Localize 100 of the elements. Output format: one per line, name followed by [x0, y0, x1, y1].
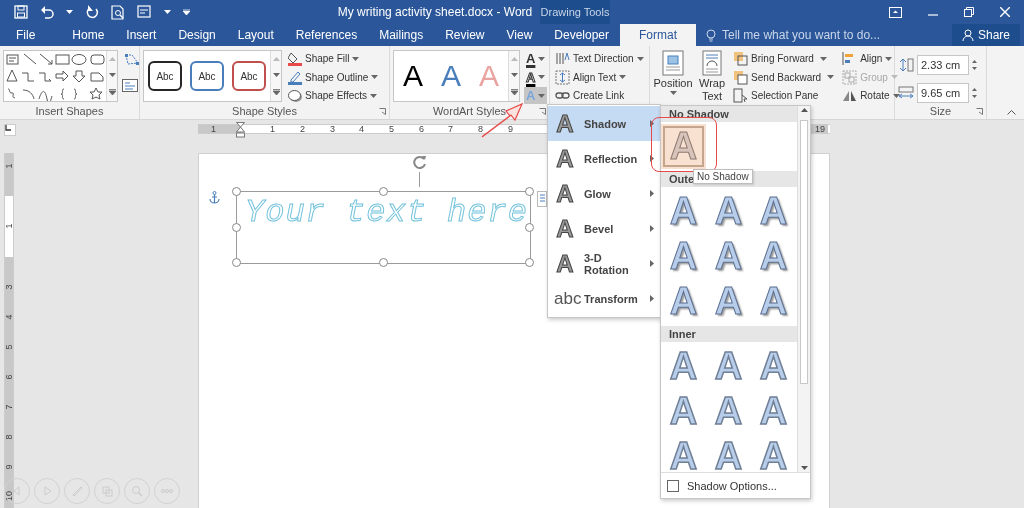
position-button[interactable]: Position: [653, 50, 693, 106]
width-field[interactable]: 9.65 cm: [917, 83, 969, 103]
gallery-heading: Inner: [661, 326, 797, 342]
ribbon-tab[interactable]: References: [284, 24, 369, 46]
scroll-down-icon[interactable]: [108, 73, 116, 77]
dialog-launcher-icon[interactable]: [379, 108, 386, 116]
ruler-number: 2: [300, 125, 305, 133]
dialog-launcher-icon[interactable]: [539, 108, 546, 116]
group-label: Insert Shapes: [35, 105, 104, 118]
ribbon-command[interactable]: Selection Pane: [731, 87, 837, 104]
gallery-more-icon[interactable]: [108, 89, 116, 95]
menu-item[interactable]: A Bevel: [548, 211, 660, 246]
ribbon-command[interactable]: Align Text: [553, 68, 646, 86]
text-outline-button[interactable]: A: [524, 68, 548, 86]
ribbon-tab[interactable]: Layout: [226, 24, 285, 46]
menu-item[interactable]: Shadow Options...: [687, 479, 777, 492]
submenu-arrow-icon: [650, 260, 654, 267]
paint-bucket-icon: [288, 51, 302, 66]
ribbon-tab[interactable]: File: [0, 24, 48, 46]
ribbon-tab[interactable]: Format: [620, 24, 697, 46]
print-preview-icon[interactable]: [111, 4, 125, 20]
save-icon[interactable]: [14, 5, 28, 19]
shape-style-preset[interactable]: Abc: [190, 61, 224, 91]
shape-style-preset[interactable]: Abc: [232, 61, 266, 91]
text-fill-button[interactable]: A: [524, 50, 548, 67]
group-label: Shape Styles: [232, 105, 297, 118]
shapes-gallery-drawing[interactable]: [4, 51, 106, 101]
menu-item[interactable]: abc Transform: [548, 281, 660, 316]
customize-icon[interactable]: [183, 9, 190, 15]
scroll-down-icon[interactable]: [800, 466, 808, 470]
resize-handle[interactable]: [232, 222, 241, 232]
ribbon-tab[interactable]: Mailings: [368, 24, 435, 46]
submenu-arrow-icon: [650, 155, 654, 162]
ribbon-command[interactable]: Shape Outline: [286, 68, 381, 86]
text-direction-icon: [555, 51, 570, 66]
resize-handle[interactable]: [378, 258, 388, 267]
resize-handle[interactable]: [232, 187, 241, 196]
restore-icon[interactable]: [964, 7, 974, 17]
resize-handle[interactable]: [232, 258, 241, 267]
document-icon[interactable]: [137, 5, 152, 19]
align-text-icon: [555, 69, 570, 85]
ribbon-command[interactable]: Create Link: [553, 87, 646, 104]
share-button[interactable]: Share: [951, 24, 1020, 46]
layout-options-icon[interactable]: [537, 191, 547, 207]
ruler-number: 5: [389, 125, 394, 133]
checkbox[interactable]: [667, 479, 679, 492]
text-box-icon[interactable]: [122, 79, 138, 92]
shape-style-preset[interactable]: Abc: [148, 61, 182, 91]
ruler-number: 1: [5, 222, 13, 230]
ribbon-command[interactable]: Shape Effects: [286, 87, 381, 104]
caret-icon: [538, 75, 546, 79]
close-icon[interactable]: [1000, 7, 1010, 17]
ruler-number: 8: [478, 125, 483, 133]
gallery-more-icon[interactable]: [272, 89, 280, 95]
ribbon-command[interactable]: Text Direction: [553, 50, 646, 67]
caret-icon: [890, 75, 898, 79]
ribbon-command[interactable]: Rotate: [840, 87, 902, 104]
resize-handle[interactable]: [525, 258, 534, 267]
ribbon-tab[interactable]: Home: [61, 24, 116, 46]
send-backward-icon: [733, 69, 749, 85]
scroll-up-icon[interactable]: [800, 108, 808, 112]
bring-forward-icon: [733, 51, 749, 66]
menu-item[interactable]: A Reflection: [548, 141, 660, 176]
collapse-ribbon-icon[interactable]: [1007, 110, 1016, 115]
ribbon-tab[interactable]: Developer: [543, 24, 620, 46]
gallery-more-icon[interactable]: [510, 89, 518, 95]
rotate-handle-icon[interactable]: [412, 154, 428, 170]
menu-item[interactable]: A Shadow: [548, 106, 660, 141]
ribbon-tab[interactable]: View: [495, 24, 544, 46]
tell-me-field[interactable]: Tell me what you want to do...: [706, 24, 907, 46]
ribbon-display-icon[interactable]: [889, 6, 902, 18]
undo-icon[interactable]: [40, 5, 54, 19]
height-field[interactable]: 2.33 cm: [917, 55, 969, 75]
ribbon-command[interactable]: Bring Forward: [731, 50, 837, 67]
ribbon-command[interactable]: Send Backward: [731, 68, 837, 86]
tab-selector[interactable]: [4, 124, 16, 136]
spinner-icon[interactable]: [971, 59, 978, 71]
resize-handle[interactable]: [525, 187, 534, 196]
dialog-launcher-icon[interactable]: [976, 108, 983, 116]
caret-icon: [164, 10, 171, 14]
spinner-icon[interactable]: [971, 87, 978, 99]
scrollbar[interactable]: [797, 106, 810, 472]
scroll-down-icon[interactable]: [510, 73, 518, 77]
wrap-text-button[interactable]: Wrap Text: [697, 50, 728, 106]
scroll-down-icon[interactable]: [272, 73, 280, 77]
indent-marker-icon[interactable]: [236, 122, 245, 138]
edit-shape-icon[interactable]: [124, 51, 140, 66]
resize-handle[interactable]: [378, 187, 388, 196]
wordart-style-preset[interactable]: A: [394, 51, 432, 101]
ribbon-command[interactable]: Align: [840, 50, 902, 67]
resize-handle[interactable]: [525, 222, 534, 232]
scrollbar-thumb[interactable]: [800, 120, 808, 384]
redo-icon[interactable]: [85, 5, 99, 19]
ribbon-tab[interactable]: Insert: [115, 24, 168, 46]
shape-effects-icon: [288, 88, 302, 103]
wordart-style-preset[interactable]: A: [432, 51, 470, 101]
ribbon-tab[interactable]: Review: [434, 24, 496, 46]
menu-item[interactable]: A Glow: [548, 176, 660, 211]
ribbon-tab[interactable]: Design: [167, 24, 227, 46]
ribbon-command[interactable]: Shape Fill: [286, 50, 381, 67]
